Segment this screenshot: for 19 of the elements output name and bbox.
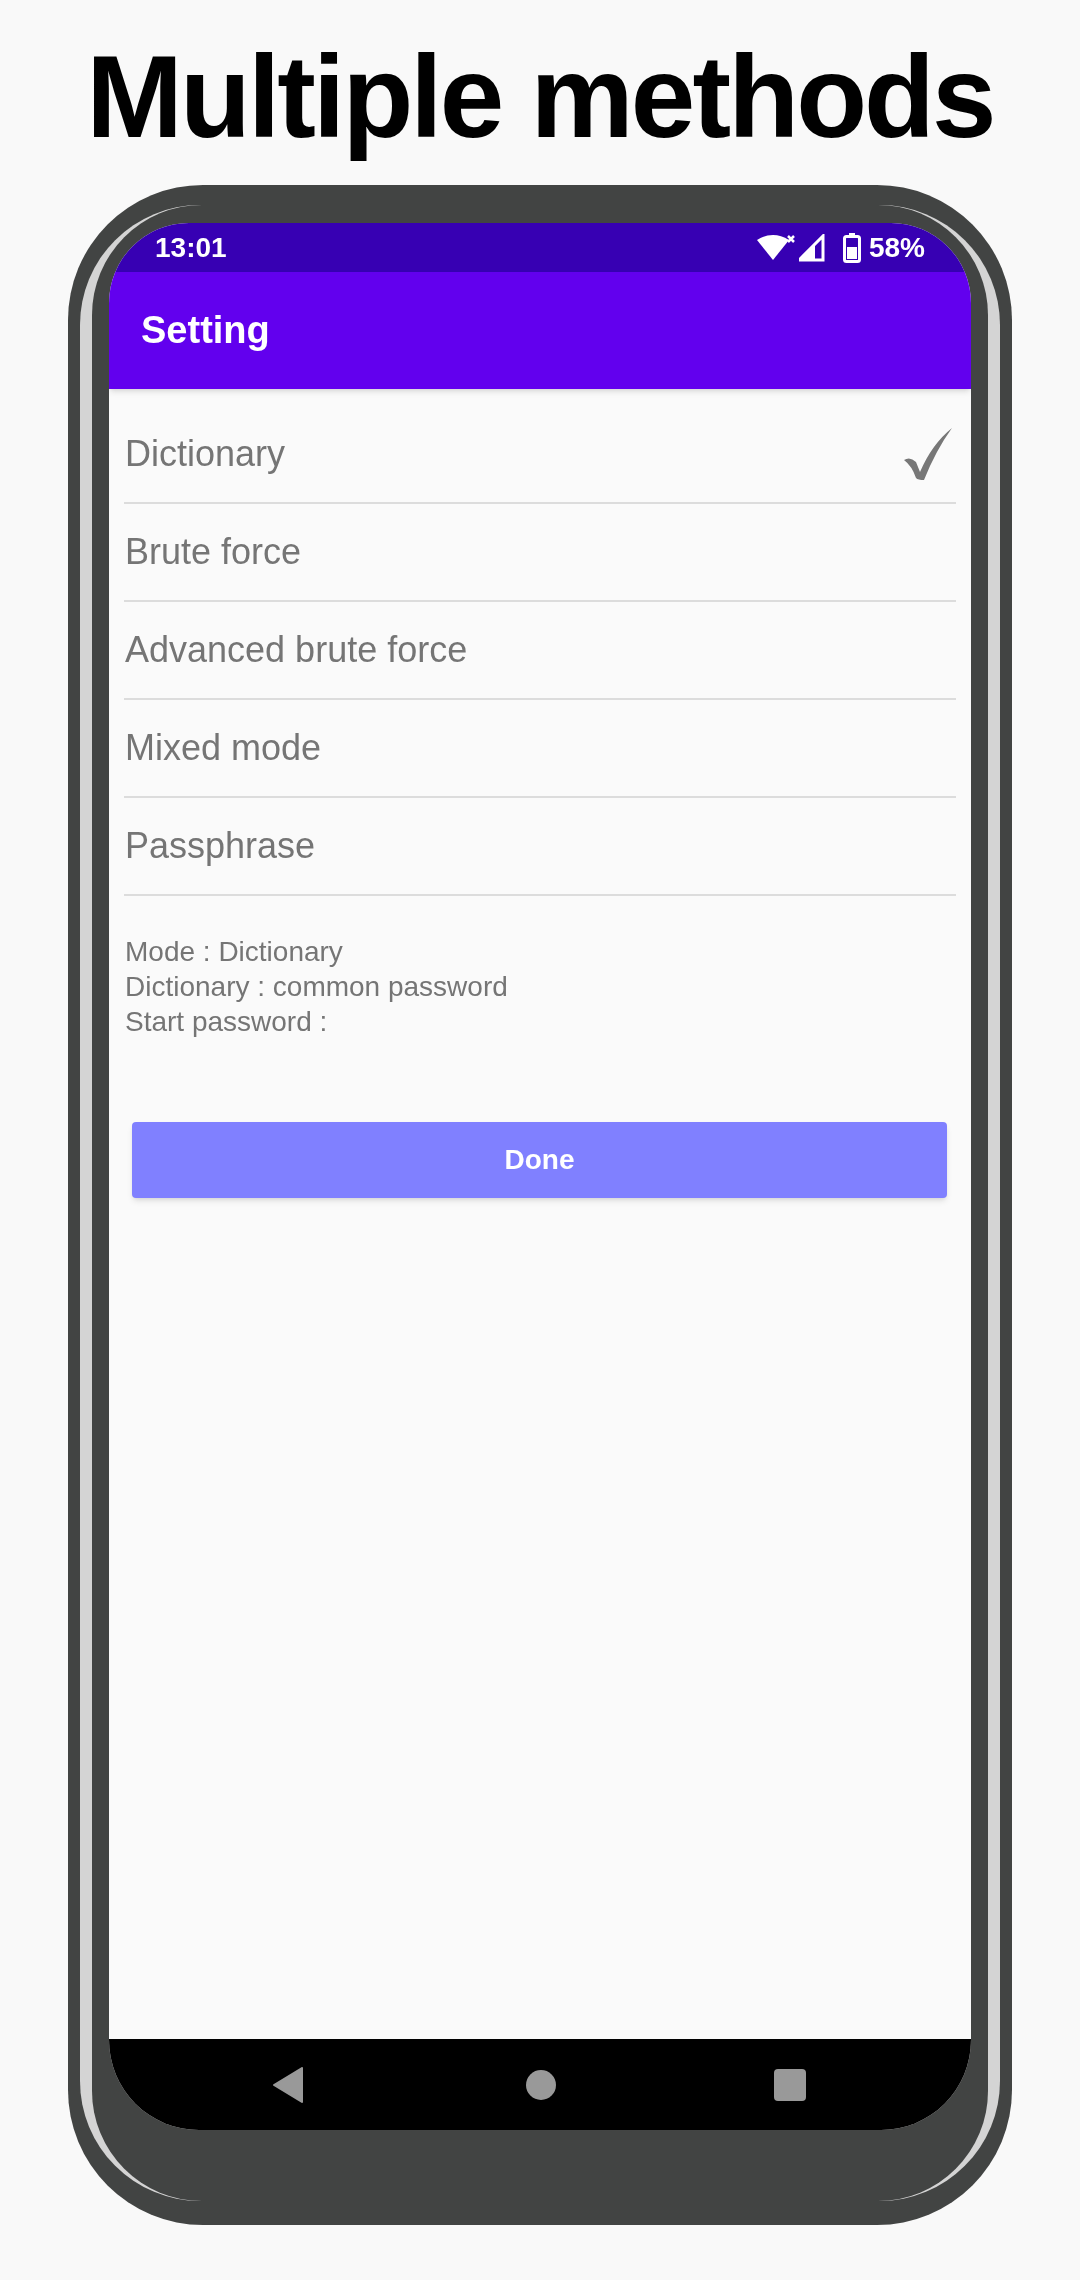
wifi-icon (756, 233, 797, 262)
method-item[interactable]: Mixed mode (124, 700, 956, 798)
done-button[interactable]: Done (132, 1122, 947, 1198)
battery-icon (842, 232, 861, 263)
method-item[interactable]: Advanced brute force (124, 602, 956, 700)
app-bar-title: Setting (141, 308, 270, 353)
page-title: Multiple methods (86, 31, 994, 164)
info-line: Dictionary : common password (125, 970, 509, 1004)
home-icon (526, 2069, 556, 2100)
signal-icon (798, 233, 825, 262)
info-line: Mode : Dictionary (125, 935, 344, 969)
method-item[interactable]: Passphrase (124, 798, 956, 896)
battery-level: 58% (868, 230, 925, 265)
info-line: Start password : (125, 1005, 329, 1039)
method-item[interactable]: Dictionary (124, 406, 956, 504)
recents-icon (774, 2068, 806, 2101)
back-icon (273, 2066, 303, 2103)
method-item[interactable]: Brute force (124, 504, 956, 602)
status-time: 13:01 (155, 230, 227, 265)
